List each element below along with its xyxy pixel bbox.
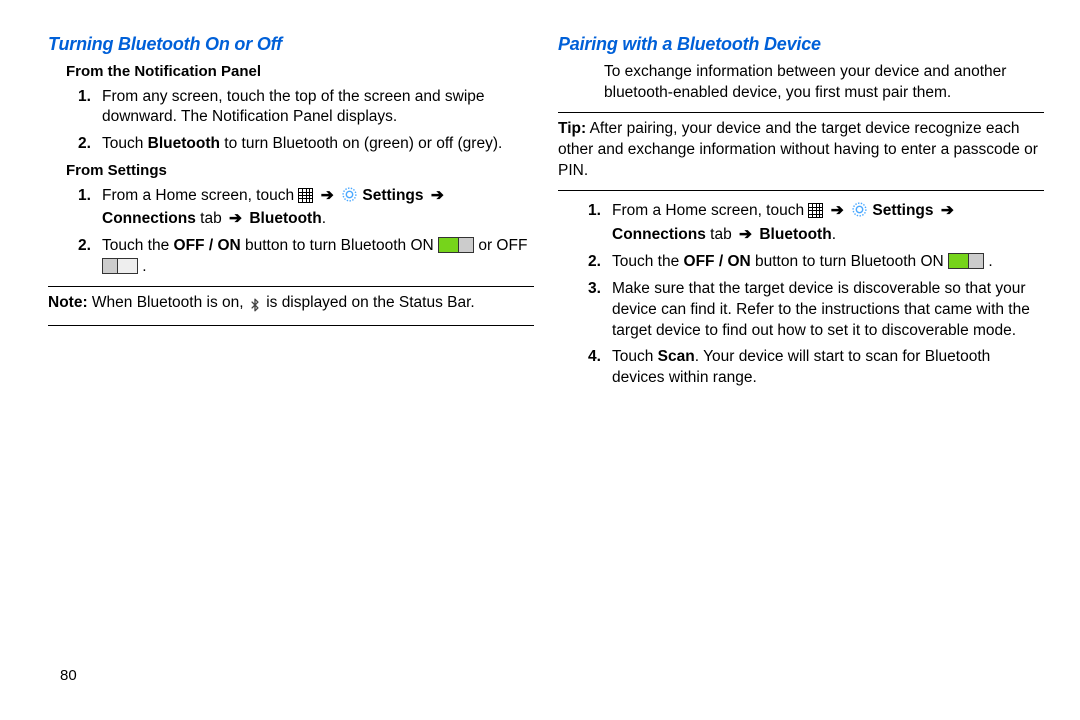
gear-icon bbox=[341, 186, 358, 210]
step-number: 2. bbox=[588, 252, 601, 273]
list-item: 2. Touch the OFF / ON button to turn Blu… bbox=[84, 236, 534, 278]
list-item: 3. Make sure that the target device is d… bbox=[594, 279, 1044, 342]
intro-text: To exchange information between your dev… bbox=[576, 62, 1044, 104]
left-heading: Turning Bluetooth On or Off bbox=[48, 32, 534, 56]
divider bbox=[558, 112, 1044, 113]
arrow-icon: ➔ bbox=[318, 187, 337, 204]
list-item: 1. From a Home screen, touch ➔ Settings … bbox=[594, 201, 1044, 246]
divider bbox=[558, 190, 1044, 191]
page-number: 80 bbox=[60, 666, 77, 686]
step-text: Touch Bluetooth to turn Bluetooth on (gr… bbox=[102, 135, 502, 152]
toggle-on-icon bbox=[438, 237, 474, 253]
right-heading: Pairing with a Bluetooth Device bbox=[558, 32, 1044, 56]
left-steps-2: 1. From a Home screen, touch ➔ Settings … bbox=[84, 186, 534, 279]
step-number: 2. bbox=[78, 236, 91, 257]
step-number: 2. bbox=[78, 134, 91, 155]
step-number: 4. bbox=[588, 347, 601, 368]
note-text: When Bluetooth is on, bbox=[88, 294, 248, 311]
tip-block: Tip: After pairing, your device and the … bbox=[558, 119, 1044, 182]
arrow-icon: ➔ bbox=[828, 202, 847, 219]
left-steps-1: 1. From any screen, touch the top of the… bbox=[84, 87, 534, 156]
tip-text: After pairing, your device and the targe… bbox=[558, 120, 1038, 179]
left-sub1: From the Notification Panel bbox=[66, 62, 534, 82]
arrow-icon: ➔ bbox=[428, 187, 447, 204]
toggle-on-icon bbox=[948, 253, 984, 269]
right-steps: 1. From a Home screen, touch ➔ Settings … bbox=[594, 201, 1044, 389]
step-number: 3. bbox=[588, 279, 601, 300]
step-text: From any screen, touch the top of the sc… bbox=[102, 88, 485, 126]
step-number: 1. bbox=[588, 201, 601, 222]
list-item: 2. Touch the OFF / ON button to turn Blu… bbox=[594, 252, 1044, 273]
left-column: Turning Bluetooth On or Off From the Not… bbox=[48, 32, 534, 720]
toggle-off-icon bbox=[102, 258, 138, 274]
list-item: 1. From a Home screen, touch ➔ Settings … bbox=[84, 186, 534, 231]
note-tail: is displayed on the Status Bar. bbox=[266, 294, 475, 311]
gear-icon bbox=[851, 201, 868, 225]
note-label: Note: bbox=[48, 294, 88, 311]
divider bbox=[48, 325, 534, 326]
step-number: 1. bbox=[78, 186, 91, 207]
step-text: Touch the OFF / ON button to turn Blueto… bbox=[612, 253, 993, 270]
step-text: Touch Scan. Your device will start to sc… bbox=[612, 348, 990, 386]
divider bbox=[48, 286, 534, 287]
arrow-icon: ➔ bbox=[938, 202, 957, 219]
apps-grid-icon bbox=[808, 203, 823, 218]
list-item: 4. Touch Scan. Your device will start to… bbox=[594, 347, 1044, 389]
arrow-icon: ➔ bbox=[226, 210, 245, 227]
step-number: 1. bbox=[78, 87, 91, 108]
left-sub2: From Settings bbox=[66, 161, 534, 181]
list-item: 2. Touch Bluetooth to turn Bluetooth on … bbox=[84, 134, 534, 155]
step-text: From a Home screen, touch ➔ Settings ➔ C… bbox=[612, 202, 957, 243]
bluetooth-icon bbox=[248, 296, 262, 317]
apps-grid-icon bbox=[298, 188, 313, 203]
step-text: Make sure that the target device is disc… bbox=[612, 280, 1030, 339]
tip-label: Tip: bbox=[558, 120, 586, 137]
arrow-icon: ➔ bbox=[736, 226, 755, 243]
step-text: From a Home screen, touch ➔ Settings ➔ C… bbox=[102, 187, 447, 228]
right-column: Pairing with a Bluetooth Device To excha… bbox=[558, 32, 1044, 720]
step-text: Touch the OFF / ON button to turn Blueto… bbox=[102, 237, 527, 275]
list-item: 1. From any screen, touch the top of the… bbox=[84, 87, 534, 129]
note-block: Note: When Bluetooth is on, is displayed… bbox=[48, 293, 534, 317]
